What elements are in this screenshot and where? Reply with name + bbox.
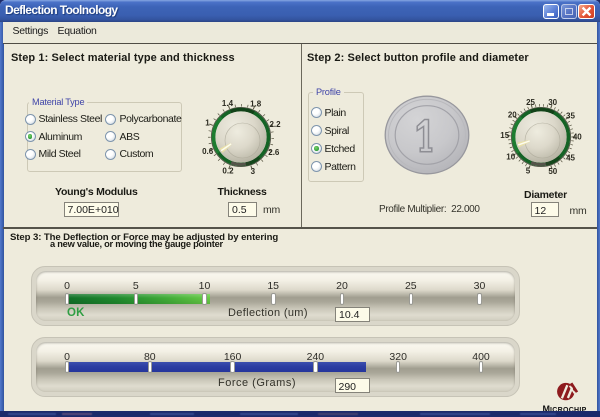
- svg-text:45: 45: [566, 154, 575, 163]
- svg-text:0.2: 0.2: [222, 166, 234, 175]
- svg-text:10: 10: [506, 153, 515, 162]
- svg-text:2.2: 2.2: [269, 120, 281, 129]
- svg-text:35: 35: [566, 111, 575, 120]
- svg-text:50: 50: [548, 167, 557, 176]
- svg-text:5: 5: [526, 166, 531, 175]
- svg-text:2.6: 2.6: [268, 148, 280, 157]
- svg-text:25: 25: [526, 98, 535, 107]
- svg-text:1.4: 1.4: [222, 99, 234, 108]
- svg-text:30: 30: [548, 98, 557, 107]
- svg-text:1.8: 1.8: [250, 99, 262, 108]
- svg-text:40: 40: [573, 132, 582, 141]
- svg-text:0.6: 0.6: [202, 147, 214, 156]
- svg-text:15: 15: [500, 131, 509, 140]
- svg-text:3: 3: [251, 167, 256, 176]
- svg-text:1: 1: [205, 119, 210, 128]
- svg-text:20: 20: [508, 110, 517, 119]
